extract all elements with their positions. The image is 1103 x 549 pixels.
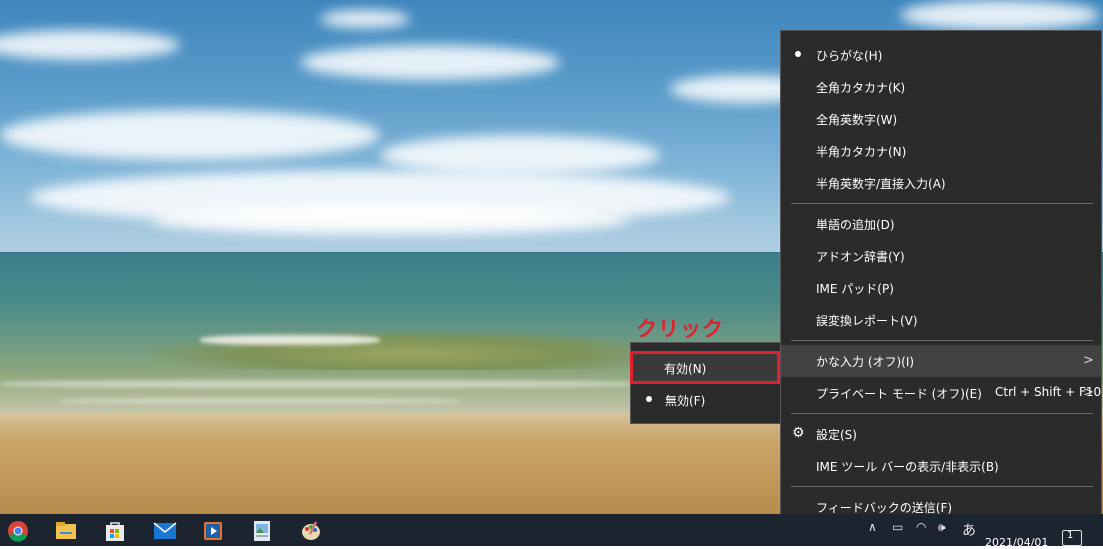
notification-count: 1: [1067, 530, 1074, 541]
menu-item-label: 半角カタカナ(N): [816, 145, 907, 159]
chrome-icon[interactable]: [6, 519, 30, 543]
mail-icon[interactable]: [153, 519, 177, 543]
battery-icon[interactable]: ▭: [892, 520, 903, 534]
menu-item-addon-dictionary[interactable]: アドオン辞書(Y): [781, 240, 1101, 272]
chevron-right-icon: >: [1083, 385, 1094, 400]
ime-mode-indicator[interactable]: あ: [962, 520, 976, 540]
media-player-icon[interactable]: [201, 519, 225, 543]
menu-item-label: プライベート モード (オフ)(E): [816, 387, 982, 401]
ime-context-menu: ひらがな(H) 全角カタカナ(K) 全角英数字(W) 半角カタカナ(N) 半角英…: [780, 30, 1102, 530]
menu-item-fullwidth-katakana[interactable]: 全角カタカナ(K): [781, 71, 1101, 103]
photos-icon[interactable]: [250, 519, 274, 543]
menu-item-misconversion-report[interactable]: 誤変換レポート(V): [781, 304, 1101, 336]
menu-separator: [791, 203, 1093, 204]
menu-item-hiragana[interactable]: ひらがな(H): [781, 39, 1101, 71]
menu-item-halfwidth-alnum-direct[interactable]: 半角英数字/直接入力(A): [781, 167, 1101, 199]
highlighted-item-label[interactable]: 有効(N): [664, 360, 706, 377]
menu-item-label: IME ツール バーの表示/非表示(B): [816, 460, 999, 474]
menu-item-label: IME パッド(P): [816, 282, 894, 296]
volume-icon[interactable]: 🕪: [938, 520, 946, 535]
file-explorer-icon[interactable]: [54, 519, 78, 543]
menu-separator: [791, 486, 1093, 487]
menu-item-label: アドオン辞書(Y): [816, 250, 905, 264]
menu-item-settings[interactable]: ⚙ 設定(S): [781, 418, 1101, 450]
menu-item-label: 全角英数字(W): [816, 113, 898, 127]
menu-item-label: ひらがな(H): [816, 49, 883, 63]
network-icon[interactable]: ◠: [916, 520, 926, 534]
menu-item-label: 全角カタカナ(K): [816, 81, 906, 95]
menu-item-label: 単語の追加(D): [816, 218, 895, 232]
menu-separator: [791, 340, 1093, 341]
submenu-item-disable[interactable]: 無効(F): [631, 384, 781, 415]
clock-date[interactable]: 2021/04/01: [985, 536, 1048, 549]
menu-item-label: 半角英数字/直接入力(A): [816, 177, 946, 191]
menu-item-halfwidth-katakana[interactable]: 半角カタカナ(N): [781, 135, 1101, 167]
menu-item-label: 誤変換レポート(V): [816, 314, 918, 328]
selected-bullet-icon: [646, 396, 652, 402]
menu-item-label: かな入力 (オフ)(I): [816, 355, 915, 369]
menu-separator: [791, 413, 1093, 414]
store-icon[interactable]: [103, 519, 127, 543]
click-annotation: クリック: [636, 317, 724, 341]
paint-icon[interactable]: [299, 519, 323, 543]
menu-item-ime-pad[interactable]: IME パッド(P): [781, 272, 1101, 304]
menu-item-kana-input[interactable]: かな入力 (オフ)(I) >: [781, 345, 1101, 377]
chevron-up-icon[interactable]: ∧: [868, 520, 877, 534]
menu-item-label: 設定(S): [816, 428, 857, 442]
gear-icon: ⚙: [792, 425, 805, 441]
selected-bullet-icon: [795, 51, 801, 57]
click-highlight-box: 有効(N): [630, 351, 780, 384]
chevron-right-icon: >: [1083, 353, 1094, 368]
menu-item-private-mode[interactable]: プライベート モード (オフ)(E) Ctrl + Shift + F10 >: [781, 377, 1101, 409]
submenu-item-label: 無効(F): [665, 394, 706, 408]
menu-item-toolbar-toggle[interactable]: IME ツール バーの表示/非表示(B): [781, 450, 1101, 482]
menu-item-add-word[interactable]: 単語の追加(D): [781, 208, 1101, 240]
menu-item-fullwidth-alnum[interactable]: 全角英数字(W): [781, 103, 1101, 135]
